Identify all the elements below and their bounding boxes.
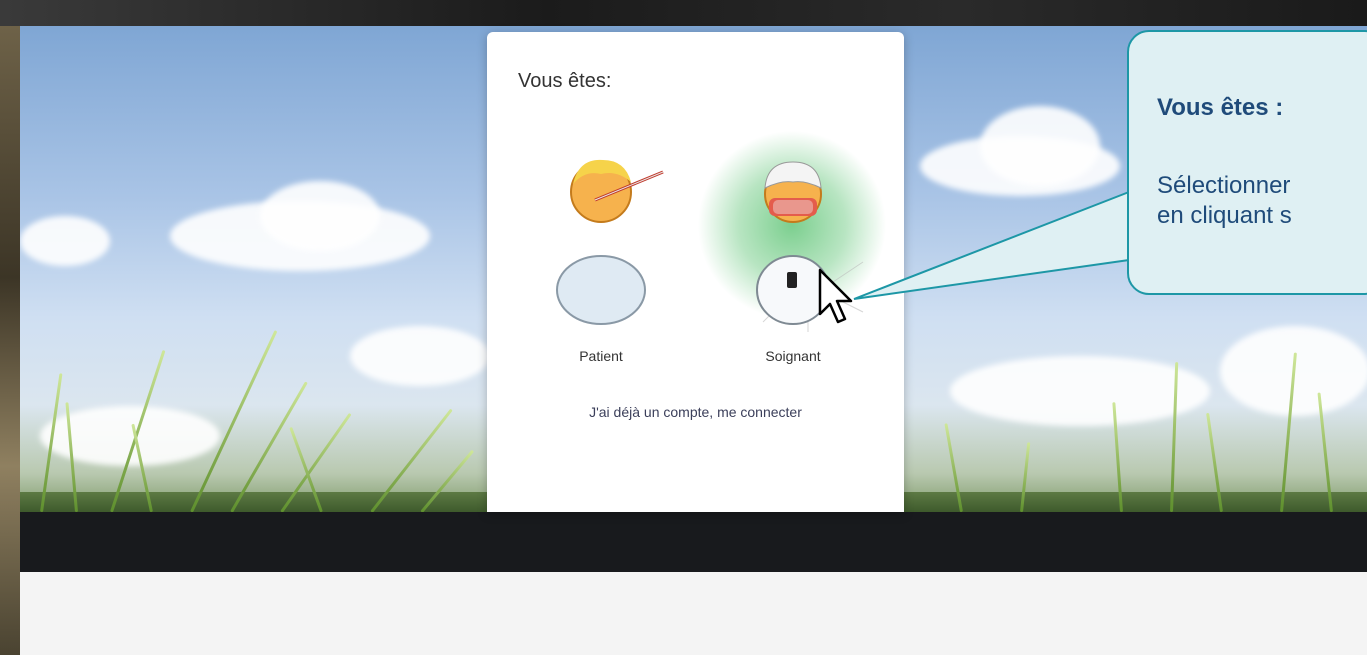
callout-line-1: Sélectionner bbox=[1157, 172, 1291, 199]
footer-dark-bar bbox=[20, 512, 1367, 572]
patient-option[interactable]: Patient bbox=[521, 122, 681, 382]
callout-tail bbox=[853, 191, 1130, 300]
window-top-frame bbox=[0, 0, 1367, 26]
window-left-frame bbox=[0, 26, 20, 655]
tooltip-callout: Vous êtes : Sélectionner en cliquant s bbox=[1127, 30, 1367, 295]
patient-icon bbox=[556, 159, 664, 325]
patient-label: Patient bbox=[579, 348, 623, 364]
footer-light-area bbox=[20, 572, 1367, 655]
callout-line-2: en cliquant s bbox=[1157, 202, 1292, 229]
caregiver-label: Soignant bbox=[765, 348, 821, 364]
modal-title: Vous êtes: bbox=[518, 70, 612, 92]
callout-title: Vous êtes : bbox=[1157, 94, 1284, 121]
login-link[interactable]: J'ai déjà un compte, me connecter bbox=[487, 404, 904, 420]
caregiver-option[interactable]: Soignant bbox=[697, 122, 887, 382]
